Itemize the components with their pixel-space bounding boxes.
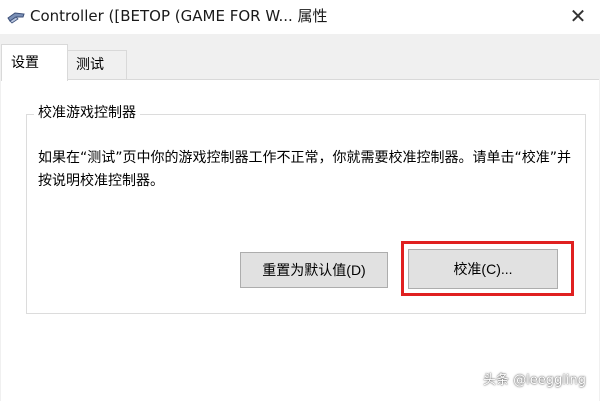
watermark: 头条 @leeggling — [483, 373, 586, 388]
close-icon: ✕ — [569, 4, 587, 28]
window-title: Controller ([BETOP (GAME FOR W... 属性 — [30, 7, 328, 25]
groupbox-title: 校准游戏控制器 — [34, 103, 140, 123]
gamepad-icon — [7, 12, 25, 24]
tab-test[interactable]: 测试 — [67, 50, 127, 80]
close-button[interactable]: ✕ — [556, 0, 600, 32]
reset-defaults-button[interactable]: 重置为默认值(D) — [240, 252, 388, 288]
tab-settings[interactable]: 设置 — [1, 44, 68, 81]
tab-strip: 设置 测试 — [0, 42, 600, 81]
title-bar: Controller ([BETOP (GAME FOR W... 属性 ✕ — [0, 0, 600, 34]
calibration-description: 如果在“测试”页中你的游戏控制器工作不正常，你就需要校准控制器。请单击“校准”并… — [38, 150, 572, 189]
calibrate-button[interactable]: 校准(C)... — [408, 249, 558, 289]
